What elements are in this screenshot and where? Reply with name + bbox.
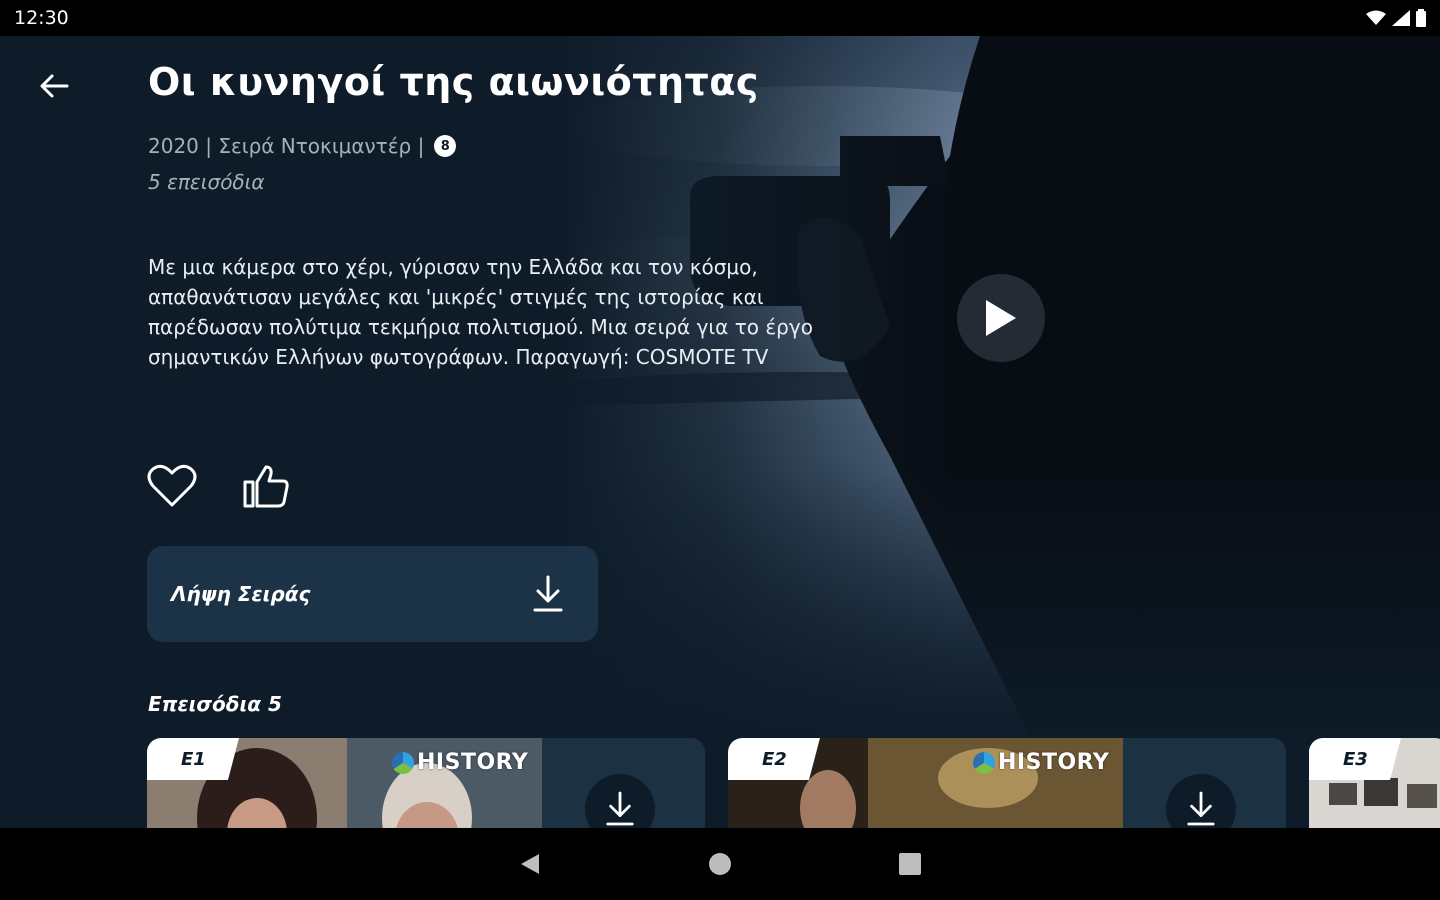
arrow-left-icon: [40, 74, 69, 98]
nav-home-button[interactable]: [700, 844, 740, 884]
home-circle-icon: [709, 853, 731, 875]
hero-image: [560, 36, 1440, 756]
like-button[interactable]: [238, 460, 294, 512]
series-meta-text: 2020 | Σειρά Ντοκιμαντέρ |: [148, 134, 425, 158]
episodes-count: 5 επεισόδια: [148, 170, 265, 194]
battery-icon: [1416, 9, 1426, 27]
hero-gradient-bottom: [560, 36, 1440, 756]
status-time: 12:30: [14, 7, 69, 29]
recents-square-icon: [899, 853, 921, 875]
episode-tag: E1: [147, 738, 239, 780]
history-channel-icon: [973, 751, 995, 774]
channel-logo: HISTORY: [392, 750, 528, 775]
history-channel-icon: [392, 751, 414, 774]
back-button[interactable]: [32, 64, 76, 108]
heart-outline-icon: [147, 464, 197, 507]
episode-card[interactable]: E3: [1309, 738, 1440, 828]
series-meta: 2020 | Σειρά Ντοκιμαντέρ | 8: [148, 134, 457, 158]
episode-card[interactable]: E1 HISTORY: [147, 738, 705, 828]
episode-download-button[interactable]: [1166, 774, 1236, 828]
signal-icon: [1392, 10, 1410, 26]
series-description: Με μια κάμερα στο χέρι, γύρισαν την Ελλά…: [148, 255, 813, 369]
thumbs-up-icon: [243, 465, 289, 508]
play-button[interactable]: [957, 274, 1045, 362]
episode-card[interactable]: E2 HISTORY: [728, 738, 1286, 828]
nav-recents-button[interactable]: [890, 844, 930, 884]
episode-tag: E2: [728, 738, 820, 780]
play-icon: [986, 300, 1016, 336]
episode-download-button[interactable]: [585, 774, 655, 828]
download-icon: [606, 791, 634, 826]
episode-tag: E3: [1309, 738, 1401, 780]
channel-name: HISTORY: [417, 750, 529, 775]
wifi-icon: [1366, 10, 1386, 25]
age-rating-badge: 8: [434, 135, 457, 157]
download-series-button[interactable]: Λήψη Σειράς: [147, 546, 598, 642]
series-detail-page: Οι κυνηγοί της αιωνιότητας 2020 | Σειρά …: [0, 36, 1440, 828]
navigation-bar: [0, 828, 1440, 900]
channel-name: HISTORY: [998, 750, 1110, 775]
download-icon: [1187, 791, 1215, 826]
page-title: Οι κυνηγοί της αιωνιότητας: [148, 60, 759, 104]
nav-back-button[interactable]: [510, 844, 550, 884]
status-icons: [1366, 9, 1426, 27]
channel-logo: HISTORY: [973, 750, 1109, 775]
favorite-button[interactable]: [144, 460, 200, 512]
status-bar: 12:30: [0, 0, 1440, 36]
download-series-label: Λήψη Σειράς: [171, 582, 311, 606]
episodes-heading: Επεισόδια 5: [148, 692, 282, 716]
back-triangle-icon: [521, 854, 539, 874]
download-icon: [533, 575, 563, 612]
